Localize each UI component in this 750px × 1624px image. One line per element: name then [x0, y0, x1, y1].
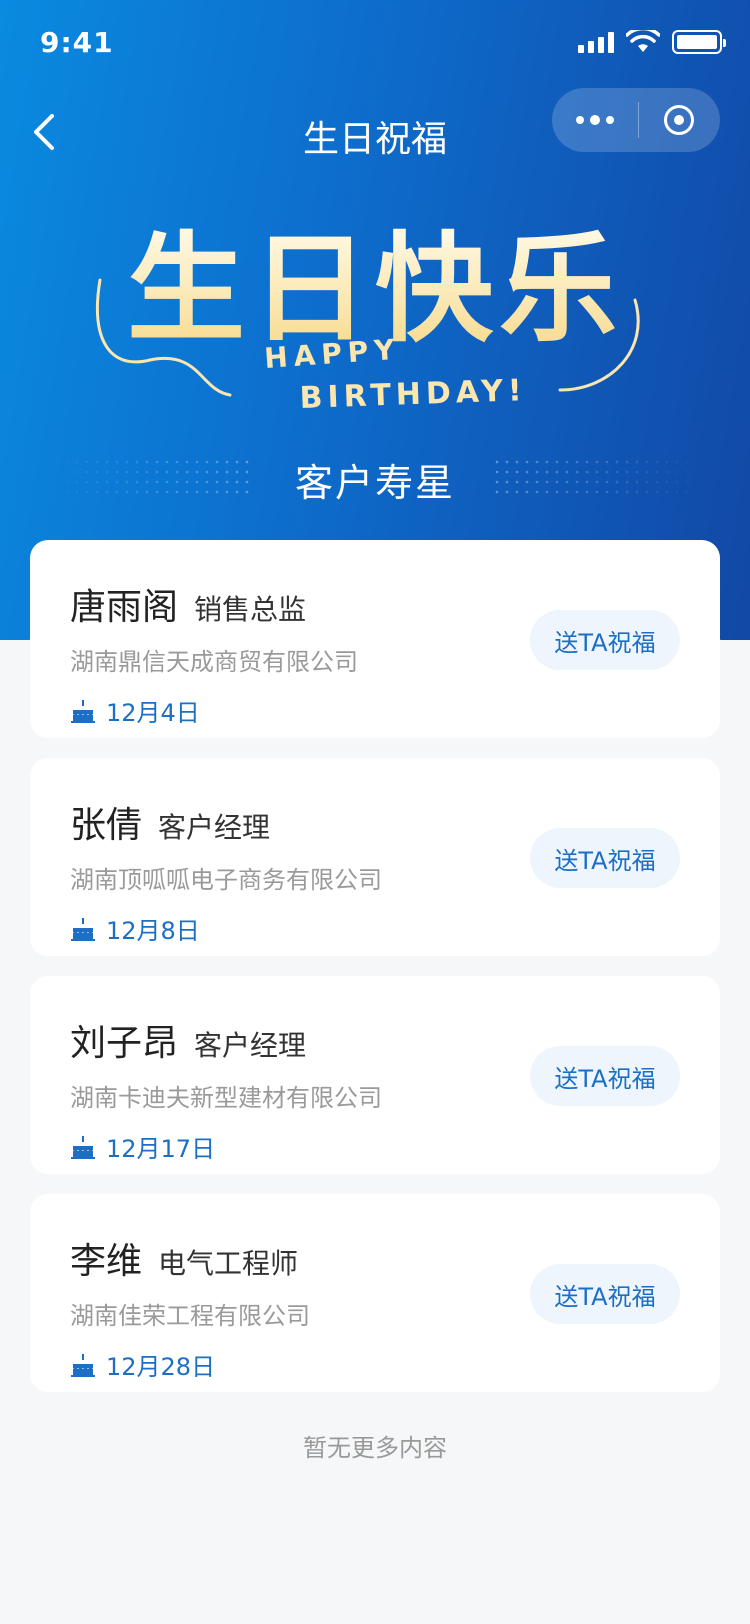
- birthday-row: 12月17日: [70, 1129, 680, 1164]
- navigation-bar: 生日祝福: [0, 88, 750, 176]
- customer-card: 刘子昂 客户经理 湖南卡迪夫新型建材有限公司 12月17日 送TA祝福: [30, 976, 720, 1174]
- customer-card: 张倩 客户经理 湖南顶呱呱电子商务有限公司 12月8日 送TA祝福: [30, 758, 720, 956]
- wifi-icon: [626, 30, 660, 52]
- customer-name: 刘子昂: [70, 1023, 179, 1064]
- send-blessing-button[interactable]: 送TA祝福: [530, 1046, 680, 1106]
- status-bar: 9:41: [0, 0, 750, 88]
- birthday-date: 12月4日: [106, 699, 200, 727]
- birthday-date: 12月17日: [106, 1135, 216, 1163]
- customer-position: 销售总监: [194, 593, 307, 626]
- customer-position: 电气工程师: [158, 1247, 299, 1280]
- birthday-date: 12月28日: [106, 1353, 216, 1381]
- miniprogram-capsule: [552, 88, 720, 152]
- status-time: 9:41: [40, 26, 114, 59]
- birthday-row: 12月28日: [70, 1347, 680, 1382]
- customer-name: 李维: [70, 1241, 143, 1282]
- send-blessing-button[interactable]: 送TA祝福: [530, 828, 680, 888]
- customer-name: 张倩: [70, 805, 143, 846]
- customer-name: 唐雨阁: [70, 587, 179, 628]
- more-options-icon[interactable]: [552, 88, 638, 152]
- customer-position: 客户经理: [158, 811, 271, 844]
- birthday-row: 12月4日: [70, 693, 680, 728]
- customer-card: 李维 电气工程师 湖南佳荣工程有限公司 12月28日 送TA祝福: [30, 1194, 720, 1392]
- close-miniprogram-icon[interactable]: [639, 88, 719, 152]
- customer-list: 唐雨阁 销售总监 湖南鼎信天成商贸有限公司 12月4日 送TA祝福 张倩 客户经…: [30, 540, 720, 1412]
- cake-icon: [71, 699, 95, 723]
- cake-icon: [71, 917, 95, 941]
- send-blessing-button[interactable]: 送TA祝福: [530, 1264, 680, 1324]
- birthday-banner-art: 生日快乐 HAPPY BIRTHDAY!: [95, 220, 640, 416]
- cake-icon: [71, 1135, 95, 1159]
- customer-card: 唐雨阁 销售总监 湖南鼎信天成商贸有限公司 12月4日 送TA祝福: [30, 540, 720, 738]
- status-icons: [578, 30, 726, 54]
- no-more-content-note: 暂无更多内容: [303, 1434, 447, 1462]
- cake-icon: [71, 1353, 95, 1377]
- section-title: 客户寿星: [294, 461, 455, 505]
- banner-birthday: BIRTHDAY!: [299, 373, 527, 416]
- send-blessing-button[interactable]: 送TA祝福: [530, 610, 680, 670]
- birthday-date: 12月8日: [106, 917, 200, 945]
- customer-position: 客户经理: [194, 1029, 307, 1062]
- battery-icon: [672, 30, 726, 54]
- birthday-row: 12月8日: [70, 911, 680, 946]
- cellular-signal-icon: [578, 31, 614, 53]
